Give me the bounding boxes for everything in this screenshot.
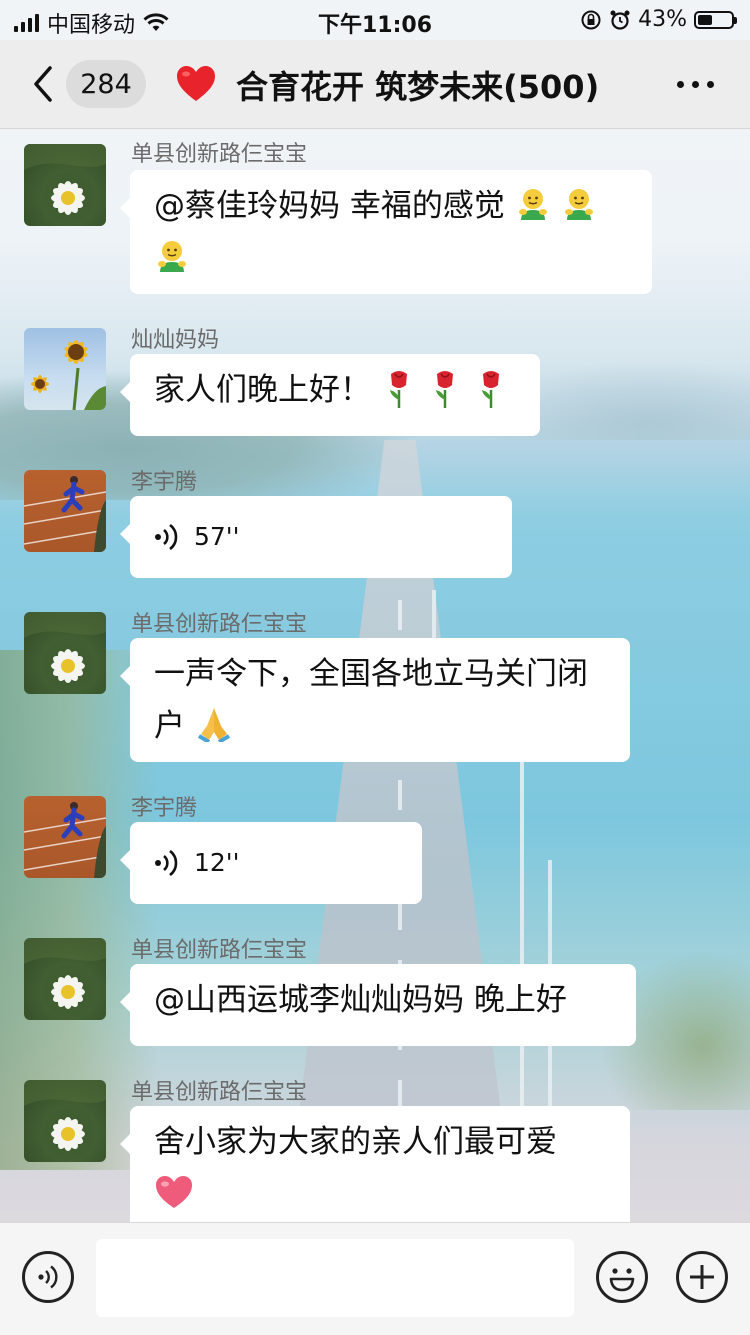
emoji-icon bbox=[609, 1268, 635, 1292]
emoji-button[interactable] bbox=[596, 1251, 648, 1303]
daisy-avatar[interactable] bbox=[24, 144, 106, 226]
sender-name: 单县创新路仨宝宝 bbox=[131, 142, 308, 167]
alarm-icon bbox=[610, 10, 630, 30]
sender-name: 单县创新路仨宝宝 bbox=[131, 938, 308, 963]
voice-duration: 57'' bbox=[194, 522, 240, 551]
rose-emoji bbox=[389, 371, 407, 408]
sender-name: 李宇腾 bbox=[131, 470, 198, 495]
message-text: @山西运城李灿灿妈妈 晚上好 bbox=[154, 982, 567, 1018]
pray-emoji bbox=[197, 708, 230, 744]
message-bubble[interactable]: 一声令下，全国各地立马关门闭户 bbox=[120, 638, 630, 762]
sender-name: 单县创新路仨宝宝 bbox=[131, 1080, 308, 1105]
voice-duration: 12'' bbox=[194, 848, 240, 877]
more-dots-icon bbox=[676, 80, 684, 88]
rose-emoji bbox=[481, 371, 499, 408]
smiley-hug-emoji bbox=[518, 189, 547, 220]
red-heart-icon bbox=[177, 66, 215, 101]
status-bar: 中国移动 下午11:06 43% bbox=[0, 0, 750, 40]
message-item: 单县创新路仨宝宝 一声令下，全国各地立马关门闭户 bbox=[0, 602, 750, 762]
message-input[interactable] bbox=[96, 1239, 574, 1317]
message-item: 单县创新路仨宝宝 @蔡佳玲妈妈 幸福的感觉 bbox=[0, 128, 750, 294]
daisy-avatar[interactable] bbox=[24, 938, 106, 1020]
sender-name: 灿灿妈妈 bbox=[131, 328, 220, 353]
voice-wave-icon bbox=[155, 849, 178, 877]
message-bubble[interactable]: @山西运城李灿灿妈妈 晚上好 bbox=[120, 964, 636, 1046]
voice-input-button[interactable] bbox=[22, 1251, 74, 1303]
voice-message-bubble[interactable]: 57'' bbox=[120, 496, 512, 578]
daisy-avatar[interactable] bbox=[24, 612, 106, 694]
more-functions-button[interactable] bbox=[676, 1251, 728, 1303]
daisy-avatar[interactable] bbox=[24, 1080, 106, 1162]
chevron-left-icon bbox=[34, 66, 52, 102]
sender-name: 单县创新路仨宝宝 bbox=[131, 612, 308, 637]
message-item: 李宇腾 57'' bbox=[0, 460, 750, 578]
pink-heart-emoji bbox=[156, 1176, 192, 1208]
message-item: 单县创新路仨宝宝 @山西运城李灿灿妈妈 晚上好 bbox=[0, 928, 750, 1046]
voice-input-icon bbox=[38, 1265, 58, 1289]
battery-percent: 43% bbox=[638, 7, 687, 32]
running-track-avatar[interactable] bbox=[24, 796, 106, 878]
voice-wave-icon bbox=[155, 523, 178, 551]
sunflower-avatar[interactable] bbox=[24, 328, 106, 410]
battery-icon bbox=[694, 10, 737, 29]
message-list[interactable]: 单县创新路仨宝宝 @蔡佳玲妈妈 幸福的感觉 灿灿妈妈 家人们晚上好！ 李宇腾 5… bbox=[0, 128, 750, 1222]
message-text: 舍小家为大家的亲人们最可爱 bbox=[154, 1124, 557, 1160]
more-options-button[interactable] bbox=[670, 68, 720, 100]
chat-header: 284 合育花开 筑梦未来(500) bbox=[0, 40, 750, 129]
message-bubble[interactable]: @蔡佳玲妈妈 幸福的感觉 bbox=[120, 170, 652, 294]
chat-title: 合育花开 筑梦未来(500) bbox=[236, 68, 600, 106]
message-item: 李宇腾 12'' bbox=[0, 786, 750, 904]
back-button[interactable] bbox=[20, 58, 66, 110]
message-item: 单县创新路仨宝宝 舍小家为大家的亲人们最可爱 bbox=[0, 1070, 750, 1222]
message-text: @蔡佳玲妈妈 幸福的感觉 bbox=[154, 188, 505, 224]
message-bubble[interactable]: 舍小家为大家的亲人们最可爱 bbox=[120, 1106, 630, 1222]
message-text: 家人们晚上好！ bbox=[154, 372, 371, 408]
input-bar bbox=[0, 1222, 750, 1335]
sender-name: 李宇腾 bbox=[131, 796, 198, 821]
voice-message-bubble[interactable]: 12'' bbox=[120, 822, 422, 904]
rose-emoji bbox=[435, 371, 453, 408]
unread-count-badge[interactable]: 284 bbox=[66, 60, 146, 108]
smiley-hug-emoji bbox=[158, 241, 186, 272]
plus-icon bbox=[690, 1265, 714, 1289]
running-track-avatar[interactable] bbox=[24, 470, 106, 552]
message-bubble[interactable]: 家人们晚上好！ bbox=[120, 354, 540, 436]
smiley-hug-emoji bbox=[564, 189, 593, 220]
rotation-lock-icon bbox=[581, 10, 601, 29]
message-item: 灿灿妈妈 家人们晚上好！ bbox=[0, 318, 750, 436]
